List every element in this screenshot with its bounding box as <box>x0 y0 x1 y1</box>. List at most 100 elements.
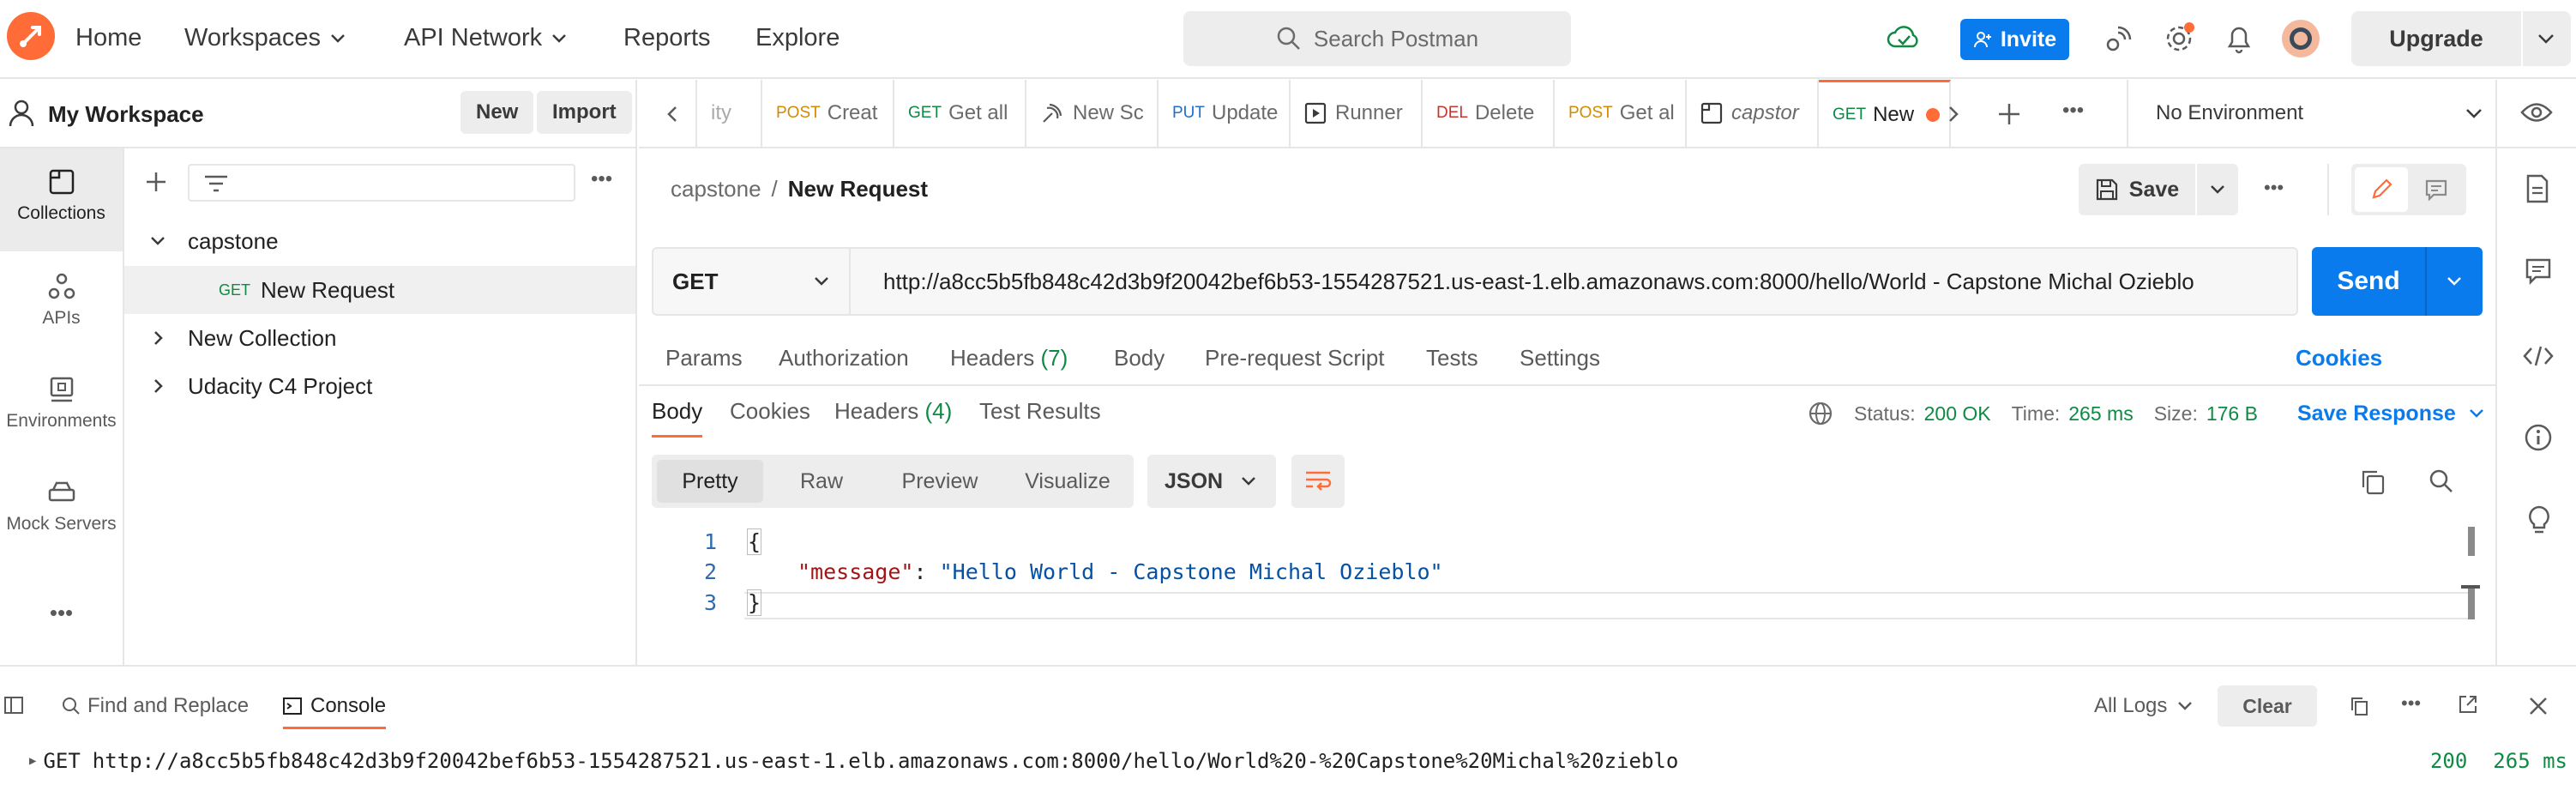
view-mode-pretty[interactable]: Pretty <box>657 460 763 503</box>
documentation-icon[interactable] <box>2525 174 2550 203</box>
sidebar-item-mock-servers[interactable]: Mock Servers <box>0 473 123 550</box>
nav-explore[interactable]: Explore <box>755 24 840 52</box>
view-mode-preview[interactable]: Preview <box>878 460 1002 503</box>
sync-cloud-icon[interactable] <box>1887 22 1921 53</box>
tab-item[interactable]: POST Get al <box>1555 80 1687 147</box>
chevron-down-icon[interactable] <box>2446 276 2463 287</box>
globe-icon[interactable] <box>1808 401 1833 426</box>
chevron-down-icon[interactable] <box>2537 33 2555 45</box>
tab-authorization[interactable]: Authorization <box>779 345 909 371</box>
code-icon[interactable] <box>2523 345 2554 367</box>
chevron-down-icon[interactable] <box>2468 408 2485 419</box>
tab-item[interactable]: Runner <box>1291 80 1423 147</box>
environment-select[interactable]: No Environment <box>2128 80 2518 147</box>
status-value[interactable]: 200 OK <box>1924 402 1991 426</box>
collection-row[interactable]: capstone <box>124 217 635 265</box>
workspace-name[interactable]: My Workspace <box>48 101 204 128</box>
satellite-icon[interactable] <box>2103 24 2134 55</box>
tab-item[interactable]: capstor <box>1687 80 1819 147</box>
wrap-lines-button[interactable] <box>1291 455 1345 508</box>
search-icon[interactable] <box>2429 468 2454 494</box>
method-select[interactable]: GET <box>652 247 851 316</box>
tab-params[interactable]: Params <box>665 345 743 371</box>
nav-api-network[interactable]: API Network <box>404 24 568 52</box>
expand-triangle-icon[interactable]: ▶ <box>29 754 36 768</box>
tab-response-body[interactable]: Body <box>652 398 703 438</box>
search-input[interactable]: Search Postman <box>1183 11 1571 66</box>
save-options-button[interactable] <box>2197 164 2238 215</box>
comment-mode-button[interactable] <box>2410 167 2463 212</box>
url-input[interactable]: http://a8cc5b5fb848c42d3b9f20042bef6b53-… <box>849 247 2298 316</box>
chevron-left-icon[interactable] <box>666 106 678 123</box>
upgrade-button[interactable]: Upgrade <box>2351 11 2571 66</box>
view-mode-raw[interactable]: Raw <box>768 460 875 503</box>
breadcrumb-collection[interactable]: capstone <box>671 176 761 202</box>
view-mode-visualize[interactable]: Visualize <box>1003 460 1132 503</box>
cookies-link[interactable]: Cookies <box>2296 345 2382 371</box>
chevron-right-icon[interactable] <box>1947 106 1959 123</box>
settings-gear-icon[interactable] <box>2163 22 2195 55</box>
invite-button[interactable]: Invite <box>1960 19 2069 60</box>
eye-icon[interactable] <box>2520 101 2553 124</box>
tab-console[interactable]: Console <box>283 694 387 729</box>
tab-test-results[interactable]: Test Results <box>979 398 1101 425</box>
copy-icon[interactable] <box>2360 468 2386 496</box>
edit-mode-button[interactable] <box>2355 167 2408 212</box>
send-button[interactable]: Send <box>2312 247 2483 316</box>
console-log-entry[interactable]: ▶ GET http://a8cc5b5fb848c42d3b9f20042be… <box>29 749 2567 773</box>
tab-response-headers[interactable]: Headers (4) <box>834 398 952 425</box>
sidebar-item-environments[interactable]: Environments <box>0 370 123 447</box>
info-icon[interactable] <box>2525 424 2552 451</box>
tab-item[interactable]: ity <box>695 80 762 147</box>
plus-icon[interactable] <box>145 171 167 193</box>
avatar[interactable] <box>2281 19 2320 58</box>
request-row[interactable]: GET New Request <box>124 266 635 314</box>
filter-input[interactable] <box>188 164 575 202</box>
tab-find-replace[interactable]: Find and Replace <box>62 694 249 718</box>
lightbulb-icon[interactable] <box>2526 504 2552 535</box>
tab-tests[interactable]: Tests <box>1426 345 1478 371</box>
sidebar-toggle-icon[interactable] <box>3 696 24 715</box>
tab-item[interactable]: GET Get all <box>894 80 1026 147</box>
tab-body[interactable]: Body <box>1114 345 1165 371</box>
close-icon[interactable] <box>2528 696 2549 716</box>
tab-response-cookies[interactable]: Cookies <box>730 398 810 425</box>
comments-icon[interactable] <box>2525 257 2552 285</box>
nav-workspaces[interactable]: Workspaces <box>184 24 346 52</box>
save-response-button[interactable]: Save Response <box>2297 402 2456 426</box>
new-button[interactable]: New <box>460 91 534 134</box>
bell-icon[interactable] <box>2224 22 2254 55</box>
tab-settings[interactable]: Settings <box>1520 345 1600 371</box>
size-value[interactable]: 176 B <box>2206 402 2258 426</box>
plus-icon[interactable] <box>1997 102 2021 126</box>
nav-reports[interactable]: Reports <box>623 24 711 52</box>
sidebar-item-collections[interactable]: Collections <box>0 148 123 251</box>
collection-row[interactable]: Udacity C4 Project <box>124 362 635 410</box>
collection-row[interactable]: New Collection <box>124 314 635 362</box>
time-value[interactable]: 265 ms <box>2068 402 2133 426</box>
breadcrumb-request[interactable]: New Request <box>788 176 928 202</box>
more-options-icon[interactable]: ••• <box>2401 692 2421 715</box>
tab-item[interactable]: POST Creat <box>762 80 894 147</box>
more-options-icon[interactable]: ••• <box>0 600 123 625</box>
tab-item-active[interactable]: GET New <box>1819 80 1951 147</box>
save-button[interactable]: Save <box>2079 164 2195 215</box>
format-select[interactable]: JSON <box>1147 455 1276 508</box>
clear-button[interactable]: Clear <box>2218 685 2317 727</box>
copy-icon[interactable] <box>2350 696 2368 716</box>
tab-headers[interactable]: Headers (7) <box>950 345 1068 371</box>
nav-home[interactable]: Home <box>75 24 141 52</box>
tab-item[interactable]: DEL Delete <box>1423 80 1555 147</box>
log-level-select[interactable]: All Logs <box>2094 694 2193 718</box>
sidebar-item-apis[interactable]: APIs <box>0 267 123 344</box>
tab-item[interactable]: PUT Update <box>1159 80 1291 147</box>
postman-logo[interactable] <box>7 12 55 60</box>
more-options-icon[interactable]: ••• <box>2264 177 2284 199</box>
import-button[interactable]: Import <box>537 91 632 134</box>
scrollbar-thumb[interactable] <box>2468 527 2475 556</box>
tab-prerequest-script[interactable]: Pre-request Script <box>1205 345 1385 371</box>
scrollbar-thumb[interactable] <box>2468 589 2475 619</box>
more-options-icon[interactable]: ••• <box>591 167 612 191</box>
tab-item[interactable]: New Sc <box>1026 80 1159 147</box>
more-tabs-icon[interactable]: ••• <box>2062 99 2084 123</box>
